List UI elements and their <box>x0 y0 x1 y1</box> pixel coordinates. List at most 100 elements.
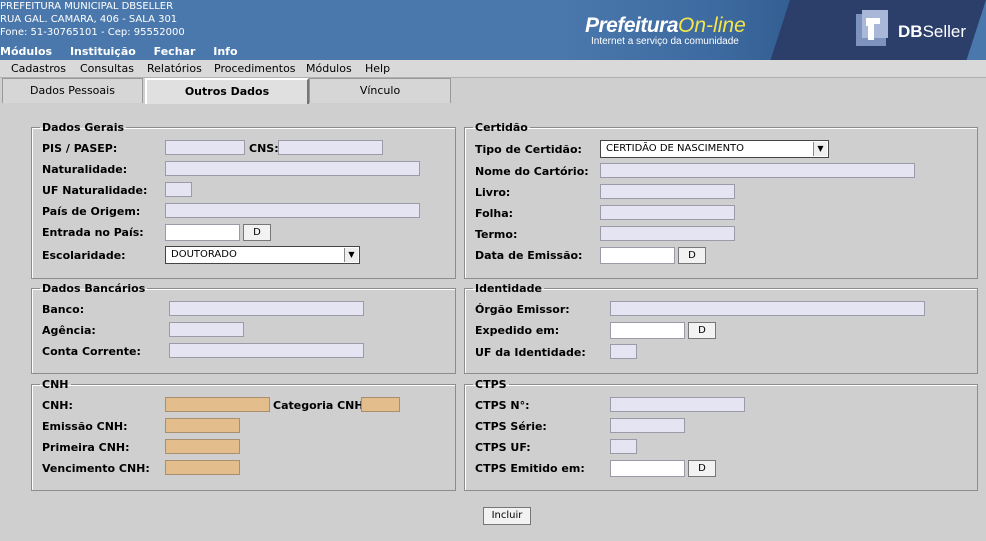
dbseller-text-bold: DB <box>898 22 923 41</box>
primeira-cnh-input[interactable] <box>165 439 240 454</box>
legend-cnh: CNH <box>42 378 69 391</box>
institution-address: RUA GAL. CAMARA, 406 - SALA 301 <box>0 14 178 25</box>
cns-input[interactable] <box>278 140 383 155</box>
label-banco: Banco: <box>42 303 85 316</box>
conta-corrente-input[interactable] <box>169 343 364 358</box>
label-orgao-emissor: Órgão Emissor: <box>475 303 570 316</box>
label-escolaridade: Escolaridade: <box>42 249 126 262</box>
top-menu-modulos[interactable]: Módulos <box>0 45 52 58</box>
ctps-uf-input[interactable] <box>610 439 637 454</box>
tipo-certidao-select[interactable]: CERTIDÃO DE NASCIMENTO ▼ <box>600 140 829 158</box>
institution-name: PREFEITURA MUNICIPAL DBSELLER <box>0 1 174 12</box>
data-emissao-date-button[interactable]: D <box>678 247 706 264</box>
label-uf-naturalidade: UF Naturalidade: <box>42 184 148 197</box>
menu-help[interactable]: Help <box>365 62 390 75</box>
chevron-down-icon[interactable]: ▼ <box>344 248 358 262</box>
expedido-em-date-button[interactable]: D <box>688 322 716 339</box>
label-ctps-numero: CTPS N°: <box>475 399 530 412</box>
menu-consultas[interactable]: Consultas <box>80 62 134 75</box>
menu-modulos[interactable]: Módulos <box>306 62 352 75</box>
menu-procedimentos[interactable]: Procedimentos <box>214 62 296 75</box>
tab-dados-pessoais[interactable]: Dados Pessoais <box>2 78 143 103</box>
escolaridade-value: DOUTORADO <box>171 249 237 260</box>
label-pis: PIS / PASEP: <box>42 142 118 155</box>
termo-input[interactable] <box>600 226 735 241</box>
ctps-emitido-date-button[interactable]: D <box>688 460 716 477</box>
incluir-button[interactable]: Incluir <box>483 507 531 525</box>
label-nome-cartorio: Nome do Cartório: <box>475 165 589 178</box>
label-entrada-pais: Entrada no País: <box>42 226 144 239</box>
vencimento-cnh-input[interactable] <box>165 460 240 475</box>
dbseller-text-rest: Seller <box>922 22 967 41</box>
tab-strip: Dados Pessoais Outros Dados Vínculo <box>0 78 986 104</box>
dbseller-mark-icon <box>856 10 888 46</box>
livro-input[interactable] <box>600 184 735 199</box>
escolaridade-select[interactable]: DOUTORADO ▼ <box>165 246 360 264</box>
ctps-numero-input[interactable] <box>610 397 745 412</box>
uf-identidade-input[interactable] <box>610 344 637 359</box>
legend-identidade: Identidade <box>475 282 542 295</box>
menu-cadastros[interactable]: Cadastros <box>11 62 66 75</box>
ctps-emitido-input[interactable] <box>610 460 685 477</box>
logo-text-online: On-line <box>678 14 746 37</box>
label-ctps-uf: CTPS UF: <box>475 441 531 454</box>
agencia-input[interactable] <box>169 322 244 337</box>
prefeitura-online-logo: PrefeituraOn-line Internet a serviço da … <box>585 14 746 47</box>
institution-info: PREFEITURA MUNICIPAL DBSELLER RUA GAL. C… <box>0 0 185 39</box>
menu-relatorios[interactable]: Relatórios <box>147 62 202 75</box>
label-pais-origem: País de Origem: <box>42 205 141 218</box>
label-cns: CNS: <box>249 142 279 155</box>
label-folha: Folha: <box>475 207 514 220</box>
data-emissao-input[interactable] <box>600 247 675 264</box>
label-vencimento-cnh: Vencimento CNH: <box>42 462 150 475</box>
top-menu-info[interactable]: Info <box>213 45 237 58</box>
label-primeira-cnh: Primeira CNH: <box>42 441 130 454</box>
app-header: PREFEITURA MUNICIPAL DBSELLER RUA GAL. C… <box>0 0 986 60</box>
label-data-emissao: Data de Emissão: <box>475 249 583 262</box>
legend-dados-bancarios: Dados Bancários <box>42 282 146 295</box>
orgao-emissor-input[interactable] <box>610 301 925 316</box>
label-termo: Termo: <box>475 228 518 241</box>
label-conta-corrente: Conta Corrente: <box>42 345 141 358</box>
pis-input[interactable] <box>165 140 245 155</box>
legend-dados-gerais: Dados Gerais <box>42 121 125 134</box>
uf-naturalidade-input[interactable] <box>165 182 192 197</box>
label-naturalidade: Naturalidade: <box>42 163 128 176</box>
categoria-cnh-input[interactable] <box>361 397 400 412</box>
tab-outros-dados[interactable]: Outros Dados <box>145 78 309 104</box>
nome-cartorio-input[interactable] <box>600 163 915 178</box>
logo-subtitle: Internet a serviço da comunidade <box>591 36 739 47</box>
chevron-down-icon[interactable]: ▼ <box>813 142 827 156</box>
menu-bar: Cadastros Consultas Relatórios Procedime… <box>0 60 986 78</box>
emissao-cnh-input[interactable] <box>165 418 240 433</box>
banco-input[interactable] <box>169 301 364 316</box>
top-menu-fechar[interactable]: Fechar <box>154 45 196 58</box>
logo-text-prefeitura: Prefeitura <box>585 14 679 37</box>
label-livro: Livro: <box>475 186 511 199</box>
label-cnh: CNH: <box>42 399 73 412</box>
cnh-input[interactable] <box>165 397 270 412</box>
label-uf-identidade: UF da Identidade: <box>475 346 586 359</box>
label-ctps-emitido: CTPS Emitido em: <box>475 462 585 475</box>
legend-certidao: Certidão <box>475 121 528 134</box>
label-tipo-certidao: Tipo de Certidão: <box>475 143 582 156</box>
institution-phone: Fone: 51-30765101 - Cep: 95552000 <box>0 27 185 38</box>
top-menu-instituicao[interactable]: Instituição <box>70 45 136 58</box>
tab-vinculo[interactable]: Vínculo <box>309 78 451 103</box>
legend-ctps: CTPS <box>475 378 507 391</box>
top-menu: Módulos Instituição Fechar Info <box>0 45 252 58</box>
entrada-pais-input[interactable] <box>165 224 240 241</box>
dbseller-text: DBSeller <box>898 22 966 42</box>
label-ctps-serie: CTPS Série: <box>475 420 547 433</box>
label-expedido-em: Expedido em: <box>475 324 560 337</box>
tipo-certidao-value: CERTIDÃO DE NASCIMENTO <box>606 143 745 154</box>
label-categoria-cnh: Categoria CNH: <box>273 399 368 412</box>
expedido-em-input[interactable] <box>610 322 685 339</box>
entrada-pais-date-button[interactable]: D <box>243 224 271 241</box>
folha-input[interactable] <box>600 205 735 220</box>
ctps-serie-input[interactable] <box>610 418 685 433</box>
pais-origem-input[interactable] <box>165 203 420 218</box>
label-agencia: Agência: <box>42 324 96 337</box>
naturalidade-input[interactable] <box>165 161 420 176</box>
label-emissao-cnh: Emissão CNH: <box>42 420 128 433</box>
